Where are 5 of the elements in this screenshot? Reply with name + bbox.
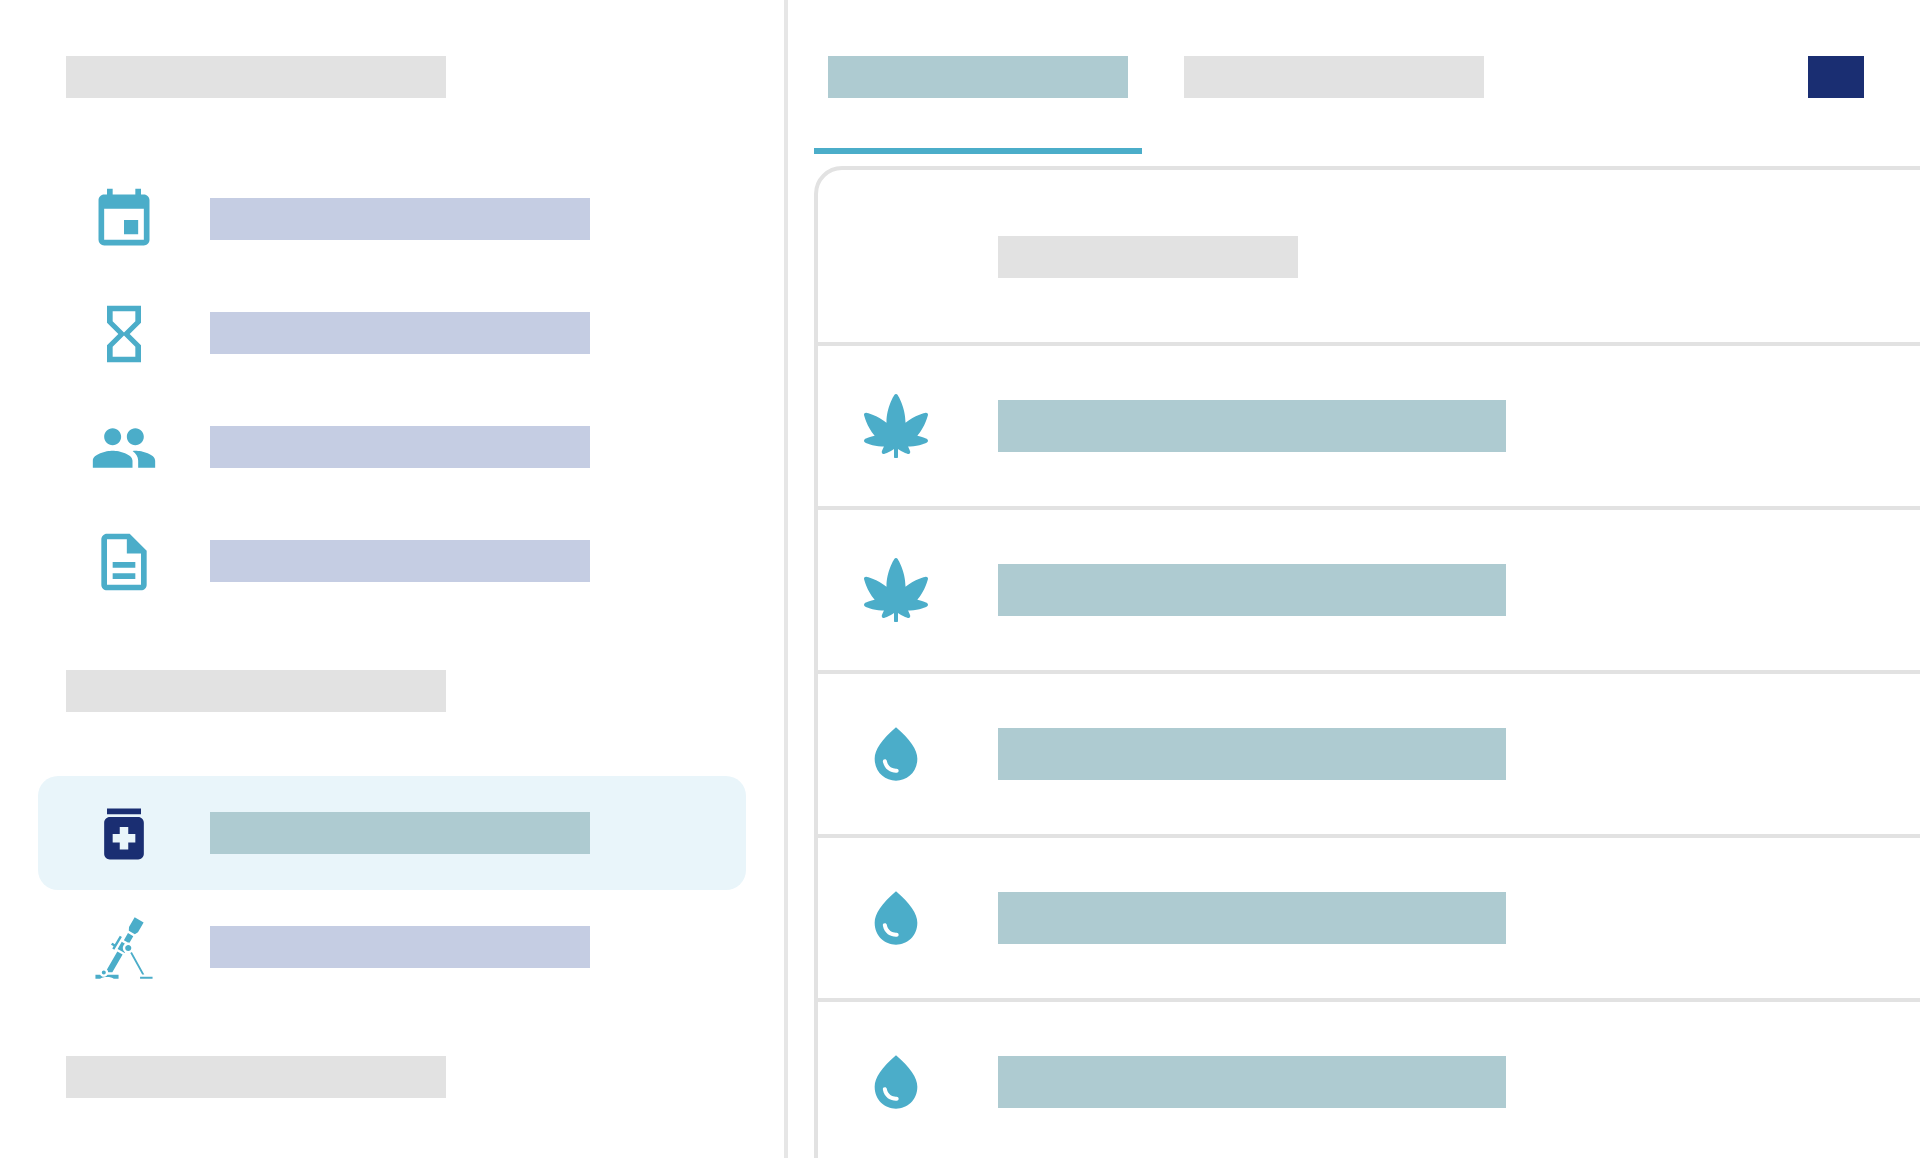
leaf-icon bbox=[864, 558, 928, 622]
sidebar-item[interactable] bbox=[38, 776, 746, 890]
redacted-block bbox=[1808, 56, 1864, 98]
leaf-icon bbox=[864, 394, 928, 458]
mortar-icon bbox=[90, 913, 158, 981]
